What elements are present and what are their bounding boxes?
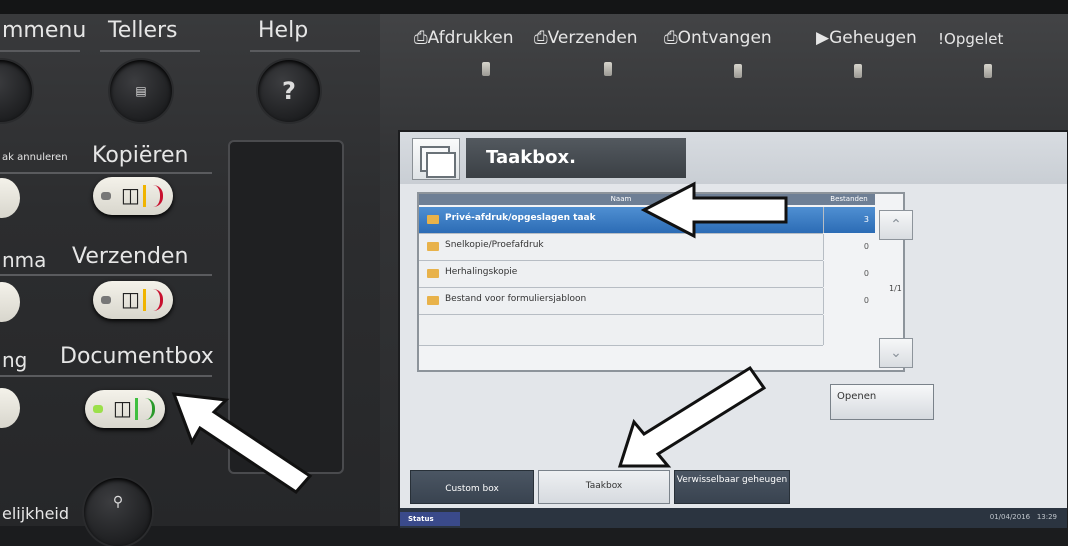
file-count: 0 xyxy=(823,261,875,287)
scroll-down-button[interactable]: ⌄ xyxy=(879,338,913,368)
copy-button[interactable]: ◫ xyxy=(93,177,173,215)
divider xyxy=(0,375,212,377)
copy-icon: ◫ xyxy=(121,183,140,207)
help-button[interactable]: ? xyxy=(258,60,320,122)
list-item-repeat-copy[interactable]: Herhalingskopie 0 xyxy=(419,261,869,288)
arrow-annotation-tab xyxy=(617,365,767,468)
column-header-files: Bestanden xyxy=(823,194,875,205)
divider xyxy=(0,274,212,276)
folder-icon xyxy=(427,215,439,224)
arrow-annotation-documentbox xyxy=(171,392,313,494)
page-title: Taakbox. xyxy=(486,147,576,168)
status-led-print: ⎙Afdrukken xyxy=(414,28,514,48)
led-indicator xyxy=(984,64,992,78)
receive-icon: ⎙ xyxy=(664,28,678,48)
led-indicator xyxy=(101,296,111,304)
list-item-form-template[interactable]: Bestand voor formuliersjabloon 0 xyxy=(419,288,869,315)
color-bars-icon xyxy=(143,185,163,207)
led-indicator xyxy=(93,405,103,413)
folder-icon xyxy=(427,242,439,251)
tab-removable-memory[interactable]: Verwisselbaar geheugen xyxy=(674,470,790,504)
led-indicator xyxy=(482,62,490,76)
top-edge xyxy=(0,0,1068,14)
arrow-annotation-list xyxy=(640,181,788,239)
led-indicator xyxy=(854,64,862,78)
led-indicator xyxy=(101,192,111,200)
folder-icon xyxy=(427,296,439,305)
color-bars-icon xyxy=(143,289,163,311)
accessibility-label: elijkheid xyxy=(2,504,70,523)
color-bars-icon xyxy=(135,398,155,420)
file-count xyxy=(823,315,875,345)
divider xyxy=(0,172,212,174)
counters-button[interactable]: ▤ xyxy=(110,60,172,122)
open-button[interactable]: Openen xyxy=(830,384,934,420)
print-icon: ⎙ xyxy=(414,28,428,48)
help-icon: ? xyxy=(282,77,296,105)
status-led-memory: ▶Geheugen xyxy=(816,28,917,48)
screen-header: Taakbox. xyxy=(400,132,1067,184)
status-led-send: ⎙Verzenden xyxy=(534,28,638,48)
help-label: Help xyxy=(258,18,309,43)
divider xyxy=(250,50,360,52)
send-label: Verzenden xyxy=(72,244,189,269)
tab-job-box[interactable]: Taakbox xyxy=(538,470,670,504)
status-led-receive: ⎙Ontvangen xyxy=(664,28,772,48)
status-led-attention: !Opgelet xyxy=(938,30,1004,48)
send-button[interactable]: ◫ xyxy=(93,281,173,319)
file-count: 3 xyxy=(823,207,875,233)
documentbox-label: Documentbox xyxy=(60,344,214,369)
status-bar: Status 01/04/2016 13:29 xyxy=(400,508,1067,528)
copy-label: Kopiëren xyxy=(92,143,189,168)
counters-label: Tellers xyxy=(108,18,178,43)
documentbox-button[interactable]: ◫ xyxy=(85,390,165,428)
list-item-empty xyxy=(419,315,824,346)
ng-label: ng xyxy=(2,348,28,372)
title-block: Taakbox. xyxy=(466,138,686,178)
scroll-up-button[interactable]: ⌃ xyxy=(879,210,913,240)
date: 01/04/2016 xyxy=(989,513,1031,521)
job-box-icon xyxy=(412,138,460,180)
folder-icon xyxy=(427,269,439,278)
datetime: 01/04/2016 13:29 xyxy=(990,513,1057,521)
accessibility-icon: ⚲ xyxy=(112,494,124,511)
status-button[interactable]: Status xyxy=(400,512,460,526)
page-indicator: 1/1 xyxy=(889,284,902,293)
send-icon: ⎙ xyxy=(534,28,548,48)
documentbox-icon: ◫ xyxy=(113,396,132,420)
memory-icon: ▶ xyxy=(816,28,830,48)
tab-custom-box[interactable]: Custom box xyxy=(410,470,534,504)
file-count: 0 xyxy=(823,288,875,314)
cancel-job-label: ak annuleren xyxy=(2,152,68,163)
led-indicator xyxy=(604,62,612,76)
counter-icon: ▤ xyxy=(135,84,147,98)
program-label: nma xyxy=(2,248,47,272)
send-icon: ◫ xyxy=(121,287,140,311)
accessibility-button[interactable]: ⚲ xyxy=(84,478,152,546)
system-menu-label: mmenu xyxy=(2,18,87,43)
file-count: 0 xyxy=(823,234,875,260)
divider xyxy=(0,50,80,52)
led-indicator xyxy=(734,64,742,78)
time: 13:29 xyxy=(1036,513,1057,521)
divider xyxy=(100,50,200,52)
